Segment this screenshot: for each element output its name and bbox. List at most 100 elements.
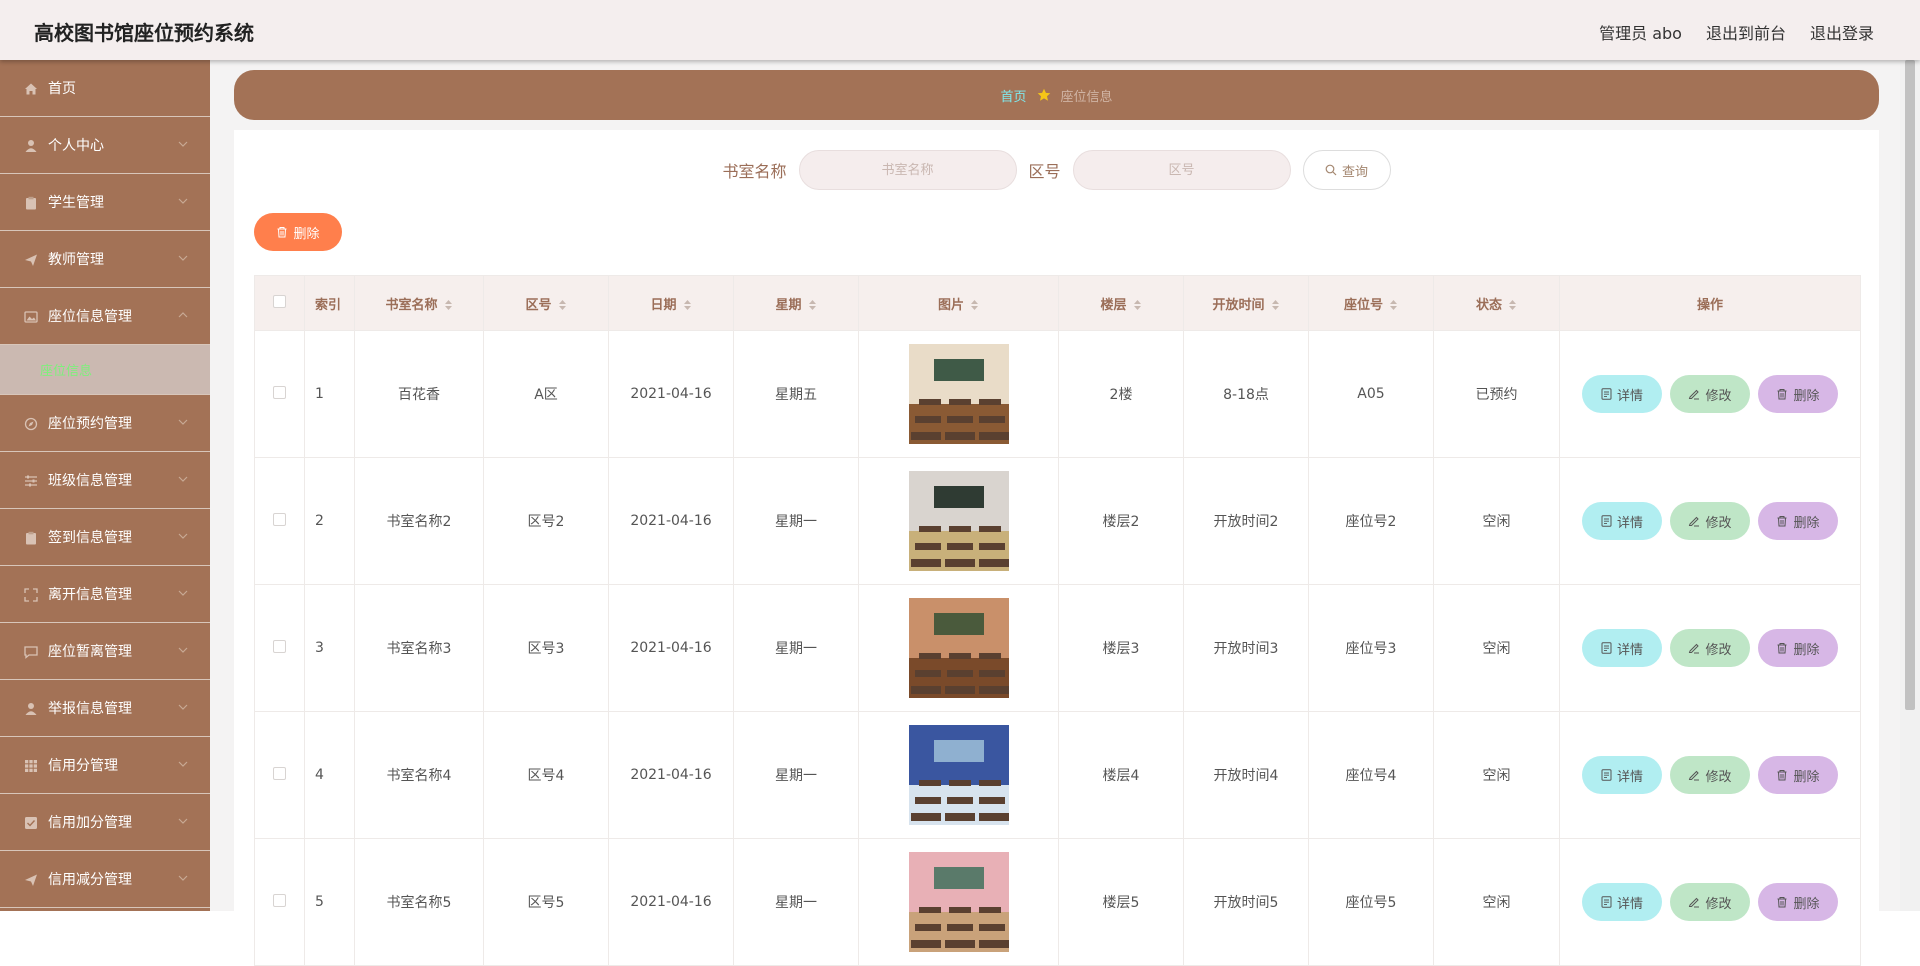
trash-icon: [1777, 643, 1787, 654]
header-open-time[interactable]: 开放时间: [1183, 275, 1309, 331]
row-checkbox[interactable]: [273, 385, 286, 399]
cell-operations: 详情 修改 删除: [1559, 838, 1861, 966]
chevron-down-icon: [178, 704, 188, 710]
seat-table: 索引 书室名称 区号 日期 星期 图片 楼层 开放时间 座位号 状态 操作 1 …: [254, 275, 1861, 966]
sidebar-item-seat-booking[interactable]: 座位预约管理: [0, 395, 210, 452]
cell-operations: 详情 修改 删除: [1559, 457, 1861, 585]
edit-button[interactable]: 修改: [1670, 375, 1750, 413]
submenu-item-seat-info[interactable]: 座位信息: [0, 345, 210, 395]
user-icon: [25, 703, 37, 715]
sidebar-item-credit-deduct[interactable]: 信用减分管理: [0, 851, 210, 908]
select-all-checkbox[interactable]: [273, 294, 286, 308]
row-checkbox[interactable]: [273, 766, 286, 780]
sort-icon[interactable]: [1389, 299, 1398, 311]
delete-button[interactable]: 删除: [1758, 502, 1838, 540]
edit-button[interactable]: 修改: [1670, 756, 1750, 794]
sort-icon[interactable]: [1508, 299, 1517, 311]
header-seat-no[interactable]: 座位号: [1308, 275, 1434, 331]
sidebar-item-checkin[interactable]: 签到信息管理: [0, 509, 210, 566]
sidebar-item-personal-center[interactable]: 个人中心: [0, 117, 210, 174]
batch-delete-button[interactable]: 删除: [254, 213, 342, 251]
header-weekday[interactable]: 星期: [733, 275, 859, 331]
cell-seat-no: 座位号2: [1308, 457, 1434, 585]
area-input[interactable]: [1072, 150, 1291, 190]
header-room[interactable]: 书室名称: [354, 275, 484, 331]
delete-button[interactable]: 删除: [1758, 756, 1838, 794]
document-icon: [1601, 515, 1612, 527]
detail-button[interactable]: 详情: [1582, 883, 1662, 921]
sidebar-item-label: 个人中心: [48, 138, 104, 154]
row-select-cell[interactable]: [254, 584, 305, 712]
row-select-cell[interactable]: [254, 457, 305, 585]
row-checkbox[interactable]: [273, 639, 286, 653]
header-select-all[interactable]: [254, 275, 305, 331]
sidebar-item-students[interactable]: 学生管理: [0, 174, 210, 231]
classroom-thumbnail[interactable]: [908, 471, 1009, 571]
picture-icon: [24, 311, 38, 323]
detail-button[interactable]: 详情: [1582, 375, 1662, 413]
sidebar-item-class-info[interactable]: 班级信息管理: [0, 452, 210, 509]
edit-button[interactable]: 修改: [1670, 629, 1750, 667]
detail-button[interactable]: 详情: [1582, 756, 1662, 794]
header-image[interactable]: 图片: [858, 275, 1059, 331]
search-button[interactable]: 查询: [1302, 150, 1391, 190]
sort-icon[interactable]: [1271, 299, 1280, 311]
delete-button[interactable]: 删除: [1758, 883, 1838, 921]
scrollbar-thumb[interactable]: [1905, 60, 1915, 710]
back-to-front-link[interactable]: 退出到前台: [1706, 20, 1786, 44]
cell-floor: 2楼: [1058, 330, 1184, 458]
sidebar-item-temp-leave[interactable]: 座位暂离管理: [0, 623, 210, 680]
sort-icon[interactable]: [1133, 299, 1142, 311]
classroom-thumbnail[interactable]: [908, 344, 1009, 444]
header-floor[interactable]: 楼层: [1058, 275, 1184, 331]
sort-icon[interactable]: [970, 299, 979, 311]
cell-open-time: 开放时间3: [1183, 584, 1309, 712]
logout-link[interactable]: 退出登录: [1810, 20, 1874, 44]
compass-icon: [24, 417, 38, 431]
header-date[interactable]: 日期: [608, 275, 734, 331]
cell-date: 2021-04-16: [608, 838, 734, 966]
detail-button[interactable]: 详情: [1582, 502, 1662, 540]
row-select-cell[interactable]: [254, 711, 305, 839]
sort-icon[interactable]: [558, 299, 567, 311]
edit-button[interactable]: 修改: [1670, 883, 1750, 921]
classroom-thumbnail[interactable]: [908, 598, 1009, 698]
header-area[interactable]: 区号: [483, 275, 609, 331]
cell-operations: 详情 修改 删除: [1559, 711, 1861, 839]
edit-button[interactable]: 修改: [1670, 502, 1750, 540]
chevron-down-icon: [178, 533, 188, 539]
sidebar-item-label: 签到信息管理: [48, 530, 132, 546]
row-checkbox[interactable]: [273, 893, 286, 907]
delete-button[interactable]: 删除: [1758, 629, 1838, 667]
breadcrumb-home[interactable]: 首页: [1000, 86, 1026, 105]
classroom-thumbnail[interactable]: [908, 725, 1009, 825]
sort-icon[interactable]: [808, 299, 817, 311]
sidebar-item-leave[interactable]: 离开信息管理: [0, 566, 210, 623]
sliders-icon: [25, 475, 37, 487]
cell-seat-no: 座位号3: [1308, 584, 1434, 712]
sort-icon[interactable]: [444, 299, 453, 311]
sidebar-item-credit[interactable]: 信用分管理: [0, 737, 210, 794]
edit-label: 修改: [1705, 896, 1732, 912]
header-status[interactable]: 状态: [1433, 275, 1560, 331]
row-select-cell[interactable]: [254, 330, 305, 458]
sidebar-item-home[interactable]: 首页: [0, 60, 210, 117]
sidebar-item-teachers[interactable]: 教师管理: [0, 231, 210, 288]
sidebar-item-seat-info[interactable]: 座位信息管理: [0, 288, 210, 345]
sidebar-item-report[interactable]: 举报信息管理: [0, 680, 210, 737]
page-scrollbar[interactable]: [1900, 60, 1920, 911]
sidebar-item-label: 座位信息管理: [48, 309, 132, 325]
edit-icon: [1689, 897, 1700, 908]
classroom-thumbnail[interactable]: [908, 852, 1009, 952]
cell-area: 区号5: [483, 838, 609, 966]
cell-area: A区: [483, 330, 609, 458]
sidebar-item-credit-add[interactable]: 信用加分管理: [0, 794, 210, 851]
detail-button[interactable]: 详情: [1582, 629, 1662, 667]
delete-button[interactable]: 删除: [1758, 375, 1838, 413]
sort-icon[interactable]: [683, 299, 692, 311]
row-select-cell[interactable]: [254, 838, 305, 966]
cell-date: 2021-04-16: [608, 457, 734, 585]
row-actions: 详情 修改 删除: [1560, 756, 1860, 794]
room-name-input[interactable]: [798, 150, 1017, 190]
row-checkbox[interactable]: [273, 512, 286, 526]
